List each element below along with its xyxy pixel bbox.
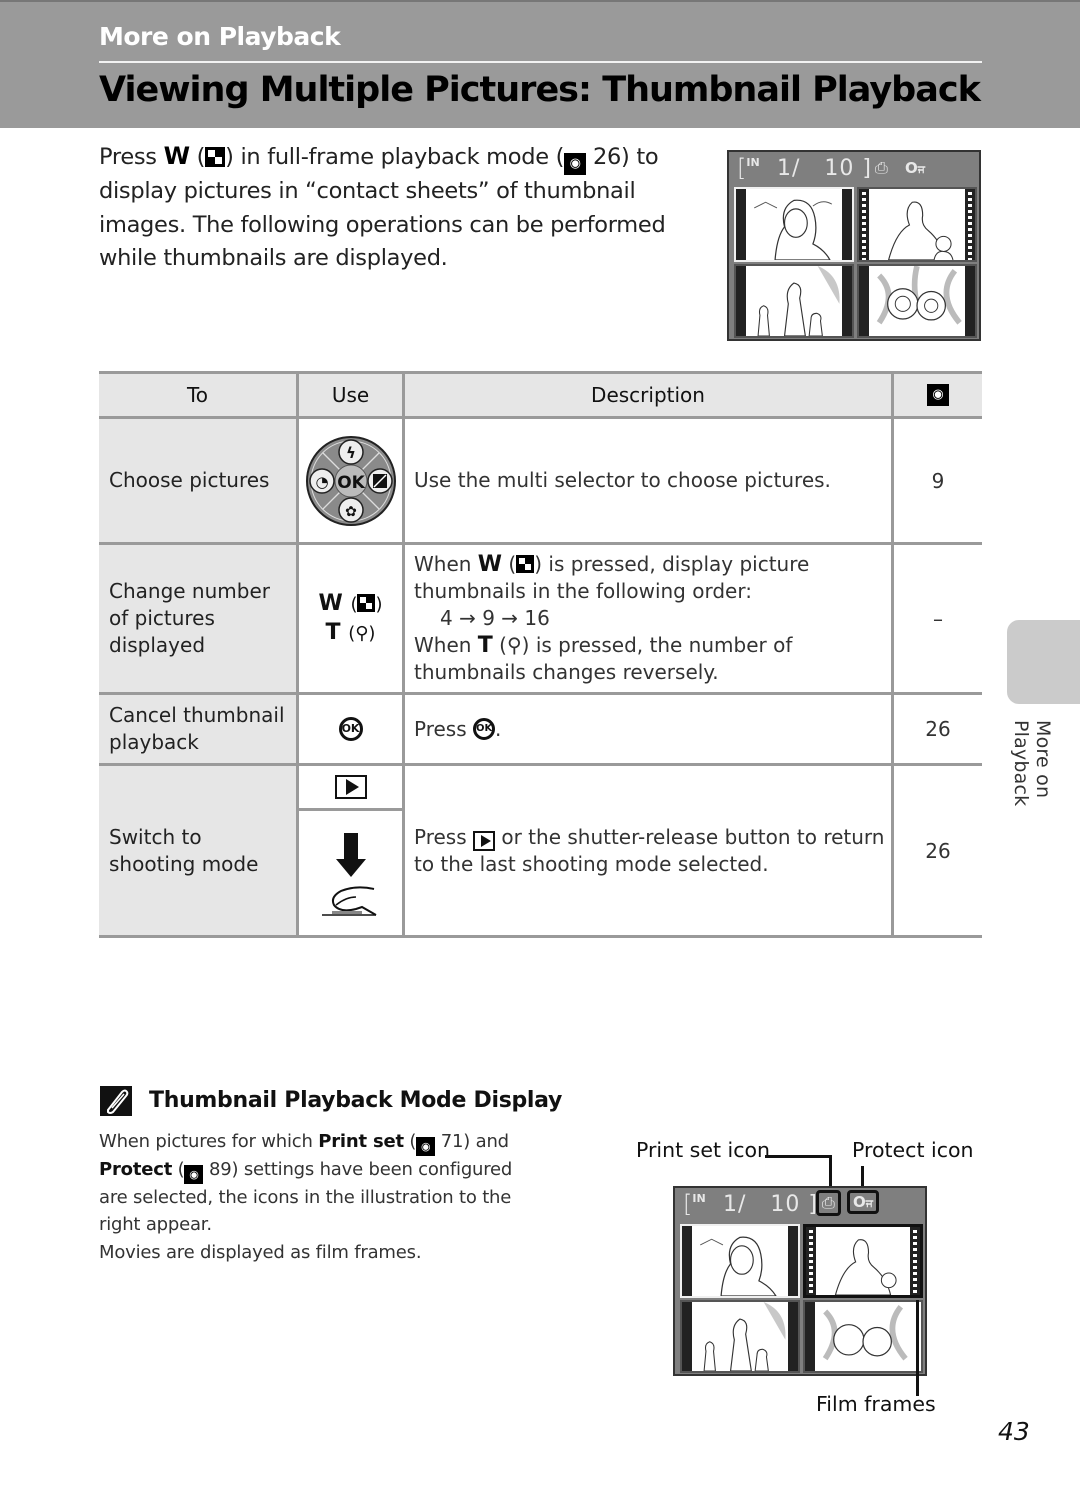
header-to: To (99, 374, 296, 416)
row-to: Switch to shooting mode (99, 766, 296, 935)
table-row: Cancel thumbnail playback OK Press OK. 2… (99, 695, 982, 766)
thumbnail-1[interactable] (734, 187, 854, 262)
shutter-release-cell (299, 814, 402, 935)
woman-with-child-image (888, 201, 954, 260)
row-use: W () T (⚲) (296, 545, 405, 692)
section-title: More on Playback (99, 22, 341, 51)
playback-button-icon (473, 830, 495, 851)
row-use (296, 766, 405, 935)
thumbnail-2-movie[interactable] (803, 1224, 923, 1298)
reference-icon: ◉ (927, 384, 949, 406)
chapter-tab[interactable] (1007, 620, 1080, 704)
svg-text:ϟ: ϟ (346, 444, 356, 462)
display-status-bar: [IN 1/ 10 ] ⎙ Oਜ (729, 152, 979, 188)
row-page-ref: 9 (891, 419, 982, 542)
thumbnail-display-illustration: [IN 1/ 10 ] ⎙ Oਜ (727, 150, 981, 341)
intro-press: Press (99, 144, 157, 170)
thumbnail-grid-icon (516, 555, 535, 573)
note-movie-text: Movies are displayed as film frames. (99, 1241, 422, 1263)
woman-portrait-image (700, 1236, 777, 1296)
internal-memory-indicator: [IN (737, 154, 760, 182)
print-set-icon: ⎙ (816, 1190, 841, 1216)
display-status-bar: [IN 1/ 10 ] ⎙ Oਜ (675, 1188, 925, 1224)
intro-ref-page: 26 (592, 144, 621, 170)
chapter-tab-label: More on Playback (1010, 720, 1054, 807)
row-page-ref: 26 (891, 695, 982, 763)
frame-counter: 1/ 10 ] (777, 156, 872, 181)
w-button-label: W (163, 142, 190, 170)
table-header-row: To Use Description ◉ (99, 374, 982, 419)
leader-line-film (916, 1300, 919, 1396)
thumbnail-1[interactable] (680, 1224, 800, 1298)
callout-print-set: Print set icon (636, 1138, 771, 1162)
page-title: Viewing Multiple Pictures: Thumbnail Pla… (99, 70, 981, 110)
ok-button-icon: OK (473, 718, 495, 740)
protect-icon: Oਜ (847, 1190, 879, 1214)
thumbnail-4[interactable] (857, 264, 977, 338)
page-number: 43 (998, 1417, 1030, 1446)
thumbnail-order: 4 → 9 → 16 (440, 606, 550, 630)
svg-text:✿: ✿ (345, 504, 357, 520)
zoom-in-button: T (⚲) (325, 619, 376, 645)
row-to: Choose pictures (99, 419, 296, 542)
multi-selector-icon: OK ϟ ✿ ◔ (305, 435, 396, 526)
playback-button-cell (299, 766, 402, 811)
internal-memory-indicator: [IN (683, 1190, 706, 1218)
row-description: Press or the shutter-release button to r… (414, 824, 885, 876)
intro-paragraph: Press W () in full-frame playback mode (… (99, 142, 666, 271)
row-use: OK (296, 695, 405, 763)
flowers-image (822, 1304, 908, 1361)
thumbnail-3[interactable] (734, 264, 854, 338)
row-to: Cancel thumbnail playback (99, 695, 296, 763)
family-walking-image (757, 266, 840, 336)
woman-portrait-image (754, 199, 833, 260)
header-reference: ◉ (891, 374, 982, 416)
playback-button-icon (334, 775, 367, 799)
header-use: Use (296, 374, 405, 416)
reference-icon: ◉ (416, 1137, 436, 1156)
row-description: Use the multi selector to choose picture… (414, 468, 831, 492)
reference-icon: ◉ (564, 153, 587, 175)
thumbnail-2-movie[interactable] (857, 187, 977, 262)
callout-film-frames: Film frames (816, 1392, 936, 1416)
svg-text:◔: ◔ (315, 473, 328, 491)
callout-protect: Protect icon (852, 1138, 974, 1162)
flowers-image (876, 266, 962, 325)
magnify-icon: (⚲) (348, 622, 376, 644)
note-pencil-icon (100, 1086, 132, 1116)
woman-with-child-image (834, 1239, 897, 1295)
row-description: When W () is pressed, display picture th… (414, 552, 810, 684)
header-description: Description (405, 374, 891, 416)
intro-text-1: in full-frame playback mode ( (240, 144, 565, 170)
thumbnail-grid-icon (357, 593, 376, 612)
family-walking-image (703, 1302, 786, 1371)
row-description: Press OK. (414, 716, 502, 741)
reference-icon: ◉ (184, 1165, 204, 1184)
table-row: Change number of pictures displayed W ()… (99, 545, 982, 695)
frame-counter: 1/ 10 ] (723, 1192, 818, 1217)
leader-line-print-h (765, 1155, 831, 1158)
note-body: When pictures for which Print set (◉ 71)… (99, 1128, 539, 1266)
row-to: Change number of pictures displayed (99, 545, 296, 692)
table-row: Switch to shooting mode Press or the shu… (99, 766, 982, 938)
row-page-ref: – (891, 545, 982, 692)
ok-button-icon: OK (338, 717, 363, 741)
protect-icon: Oਜ (905, 159, 925, 177)
shutter-release-icon (321, 832, 376, 916)
header-divider (99, 61, 982, 63)
magnify-icon: ⚲ (506, 633, 522, 657)
chapter-header: More on Playback Viewing Multiple Pictur… (0, 0, 1080, 128)
leader-line-print-v (829, 1155, 832, 1189)
row-use: OK ϟ ✿ ◔ (296, 419, 405, 542)
print-set-icon: ⎙ (875, 158, 888, 177)
note-title: Thumbnail Playback Mode Display (149, 1088, 563, 1113)
annotated-display-illustration: [IN 1/ 10 ] ⎙ Oਜ (673, 1186, 927, 1376)
thumbnail-4[interactable] (803, 1300, 923, 1373)
row-page-ref: 26 (891, 766, 982, 935)
zoom-out-button: W () (318, 590, 383, 616)
thumbnail-grid-icon (205, 147, 226, 167)
thumbnail-3[interactable] (680, 1300, 800, 1373)
svg-text:OK: OK (337, 473, 365, 493)
table-row: Choose pictures OK ϟ ✿ ◔ Use the multi s… (99, 419, 982, 545)
